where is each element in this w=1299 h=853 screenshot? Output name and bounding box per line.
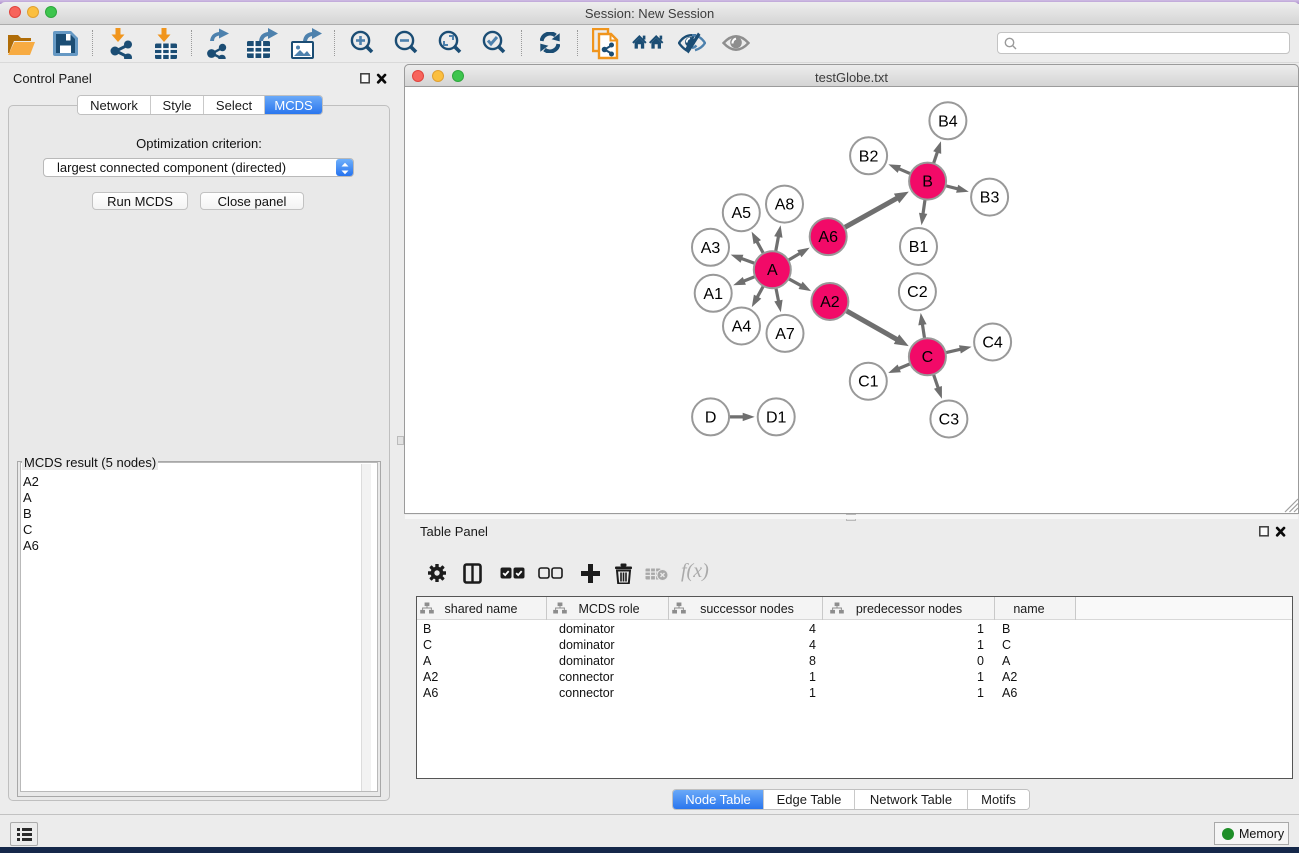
svg-text:D1: D1 xyxy=(766,409,787,426)
svg-text:B3: B3 xyxy=(980,190,1000,207)
svg-text:A1: A1 xyxy=(703,286,723,303)
svg-text:C: C xyxy=(922,349,934,366)
svg-text:D: D xyxy=(705,409,717,426)
svg-text:A3: A3 xyxy=(701,240,721,257)
svg-text:A4: A4 xyxy=(732,319,752,336)
svg-text:C4: C4 xyxy=(982,335,1003,352)
svg-text:C3: C3 xyxy=(939,412,960,429)
svg-text:A5: A5 xyxy=(732,205,752,222)
svg-text:B2: B2 xyxy=(859,148,879,165)
svg-text:A8: A8 xyxy=(775,197,795,214)
svg-text:B1: B1 xyxy=(909,239,929,256)
svg-text:C1: C1 xyxy=(858,374,879,391)
svg-text:A7: A7 xyxy=(775,326,795,343)
svg-text:A6: A6 xyxy=(818,229,838,246)
svg-text:A2: A2 xyxy=(820,294,840,311)
svg-text:B4: B4 xyxy=(938,113,958,130)
svg-text:C2: C2 xyxy=(907,284,928,301)
svg-text:B: B xyxy=(922,174,933,191)
svg-text:A: A xyxy=(767,262,778,279)
